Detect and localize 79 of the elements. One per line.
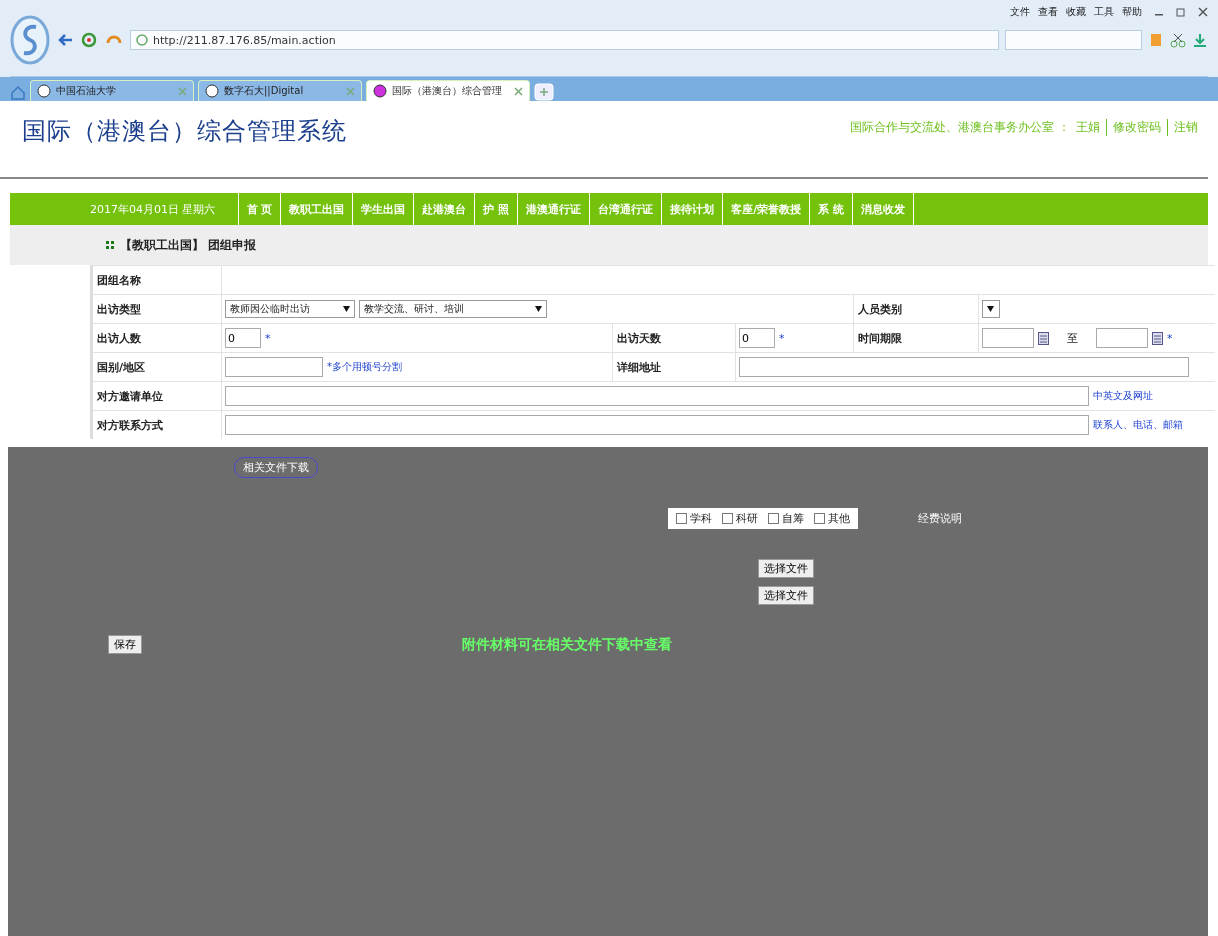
- breadcrumb-section: 【教职工出国】: [120, 236, 204, 254]
- downloads-link[interactable]: 相关文件下载: [234, 457, 318, 478]
- address-input[interactable]: [739, 357, 1189, 377]
- end-date-input[interactable]: [1096, 328, 1148, 348]
- country-input[interactable]: [225, 357, 323, 377]
- checkbox[interactable]: [768, 513, 779, 524]
- office-name: 国际合作与交流处、港澳台事务办公室 ：: [850, 119, 1070, 136]
- required-mark: *: [1167, 331, 1173, 345]
- checkbox-label: 其他: [828, 511, 850, 526]
- checkbox[interactable]: [676, 513, 687, 524]
- range-separator: 至: [1067, 330, 1078, 346]
- date-label: 2017年04月01日 星期六: [89, 201, 217, 218]
- refresh-icon[interactable]: [80, 31, 98, 49]
- field-label: 人员类别: [853, 295, 979, 323]
- home-icon[interactable]: [10, 85, 26, 101]
- site-icon: [205, 84, 219, 98]
- toolbar-icon[interactable]: [1148, 32, 1164, 48]
- browser-logo-icon: [10, 15, 50, 65]
- dropdown-arrow-icon: [535, 306, 542, 312]
- close-icon[interactable]: [1198, 7, 1208, 17]
- dropdown-arrow-icon: [343, 306, 350, 312]
- menu-item[interactable]: 收藏: [1066, 5, 1086, 19]
- checkbox[interactable]: [814, 513, 825, 524]
- notice-text: 附件材料可在相关文件下载中查看: [462, 635, 672, 654]
- calendar-icon[interactable]: [1038, 331, 1049, 345]
- checkbox[interactable]: [722, 513, 733, 524]
- field-hint: 联系人、电话、邮箱: [1093, 418, 1183, 432]
- visitors-input[interactable]: 0: [225, 328, 261, 348]
- dots-icon: [106, 240, 116, 250]
- page-icon: [135, 33, 149, 47]
- download-icon[interactable]: [1192, 32, 1208, 48]
- menu-item[interactable]: 工具: [1094, 5, 1114, 19]
- field-label: 对方联系方式: [93, 411, 222, 439]
- menu-item[interactable]: 帮助: [1122, 5, 1142, 19]
- menu-item[interactable]: 文件: [1010, 5, 1030, 19]
- required-mark: *: [265, 331, 271, 345]
- days-input[interactable]: 0: [739, 328, 775, 348]
- field-label: 团组名称: [93, 266, 222, 294]
- checkbox-label: 自筹: [782, 511, 804, 526]
- field-label: 时间期限: [853, 324, 979, 352]
- browser-tab[interactable]: 国际（港澳台）综合管理: [366, 80, 530, 101]
- browser-tab[interactable]: 数字石大||Digital: [198, 80, 362, 101]
- choose-file-button[interactable]: 选择文件: [758, 586, 814, 605]
- staff-category-dropdown[interactable]: [982, 300, 1000, 318]
- inviter-input[interactable]: [225, 386, 1089, 406]
- address-bar[interactable]: http://211.87.176.85/main.action: [130, 30, 999, 50]
- visit-subtype-dropdown[interactable]: 教学交流、研讨、培训: [359, 300, 547, 318]
- visit-type-dropdown[interactable]: 教师因公临时出访: [225, 300, 355, 318]
- calendar-icon[interactable]: [1152, 331, 1163, 345]
- contact-input[interactable]: [225, 415, 1089, 435]
- menu-item[interactable]: 查看: [1038, 5, 1058, 19]
- field-hint: 中英文及网址: [1093, 389, 1153, 403]
- funding-note-label: 经费说明: [918, 511, 962, 526]
- checkbox-label: 科研: [736, 511, 758, 526]
- dropdown-arrow-icon: [987, 306, 994, 312]
- site-icon: [37, 84, 51, 98]
- choose-file-button[interactable]: 选择文件: [758, 559, 814, 578]
- required-mark: *: [779, 331, 785, 345]
- field-label: 详细地址: [612, 353, 736, 381]
- field-label: 出访人数: [93, 324, 222, 352]
- new-tab-icon[interactable]: [534, 83, 554, 101]
- field-label: 国别/地区: [93, 353, 222, 381]
- field-label: 出访类型: [93, 295, 222, 323]
- close-icon[interactable]: [514, 86, 523, 96]
- save-button[interactable]: 保存: [108, 635, 142, 654]
- site-icon: [373, 84, 387, 98]
- start-date-input[interactable]: [982, 328, 1034, 348]
- checkbox-label: 学科: [690, 511, 712, 526]
- field-label: 出访天数: [612, 324, 736, 352]
- system-title: 国际（港澳台）综合管理系统: [22, 116, 347, 147]
- restore-icon[interactable]: [1176, 7, 1186, 17]
- field-label: 对方邀请单位: [93, 382, 222, 410]
- user-name: 王娟: [1076, 119, 1100, 136]
- scissors-icon[interactable]: [1170, 32, 1186, 48]
- browser-tab[interactable]: 中国石油大学: [30, 80, 194, 101]
- back-arrow-icon[interactable]: [56, 32, 74, 48]
- breadcrumb-page: 团组申报: [208, 236, 256, 254]
- search-field[interactable]: [1005, 30, 1142, 50]
- field-hint: *多个用顿号分割: [327, 360, 402, 374]
